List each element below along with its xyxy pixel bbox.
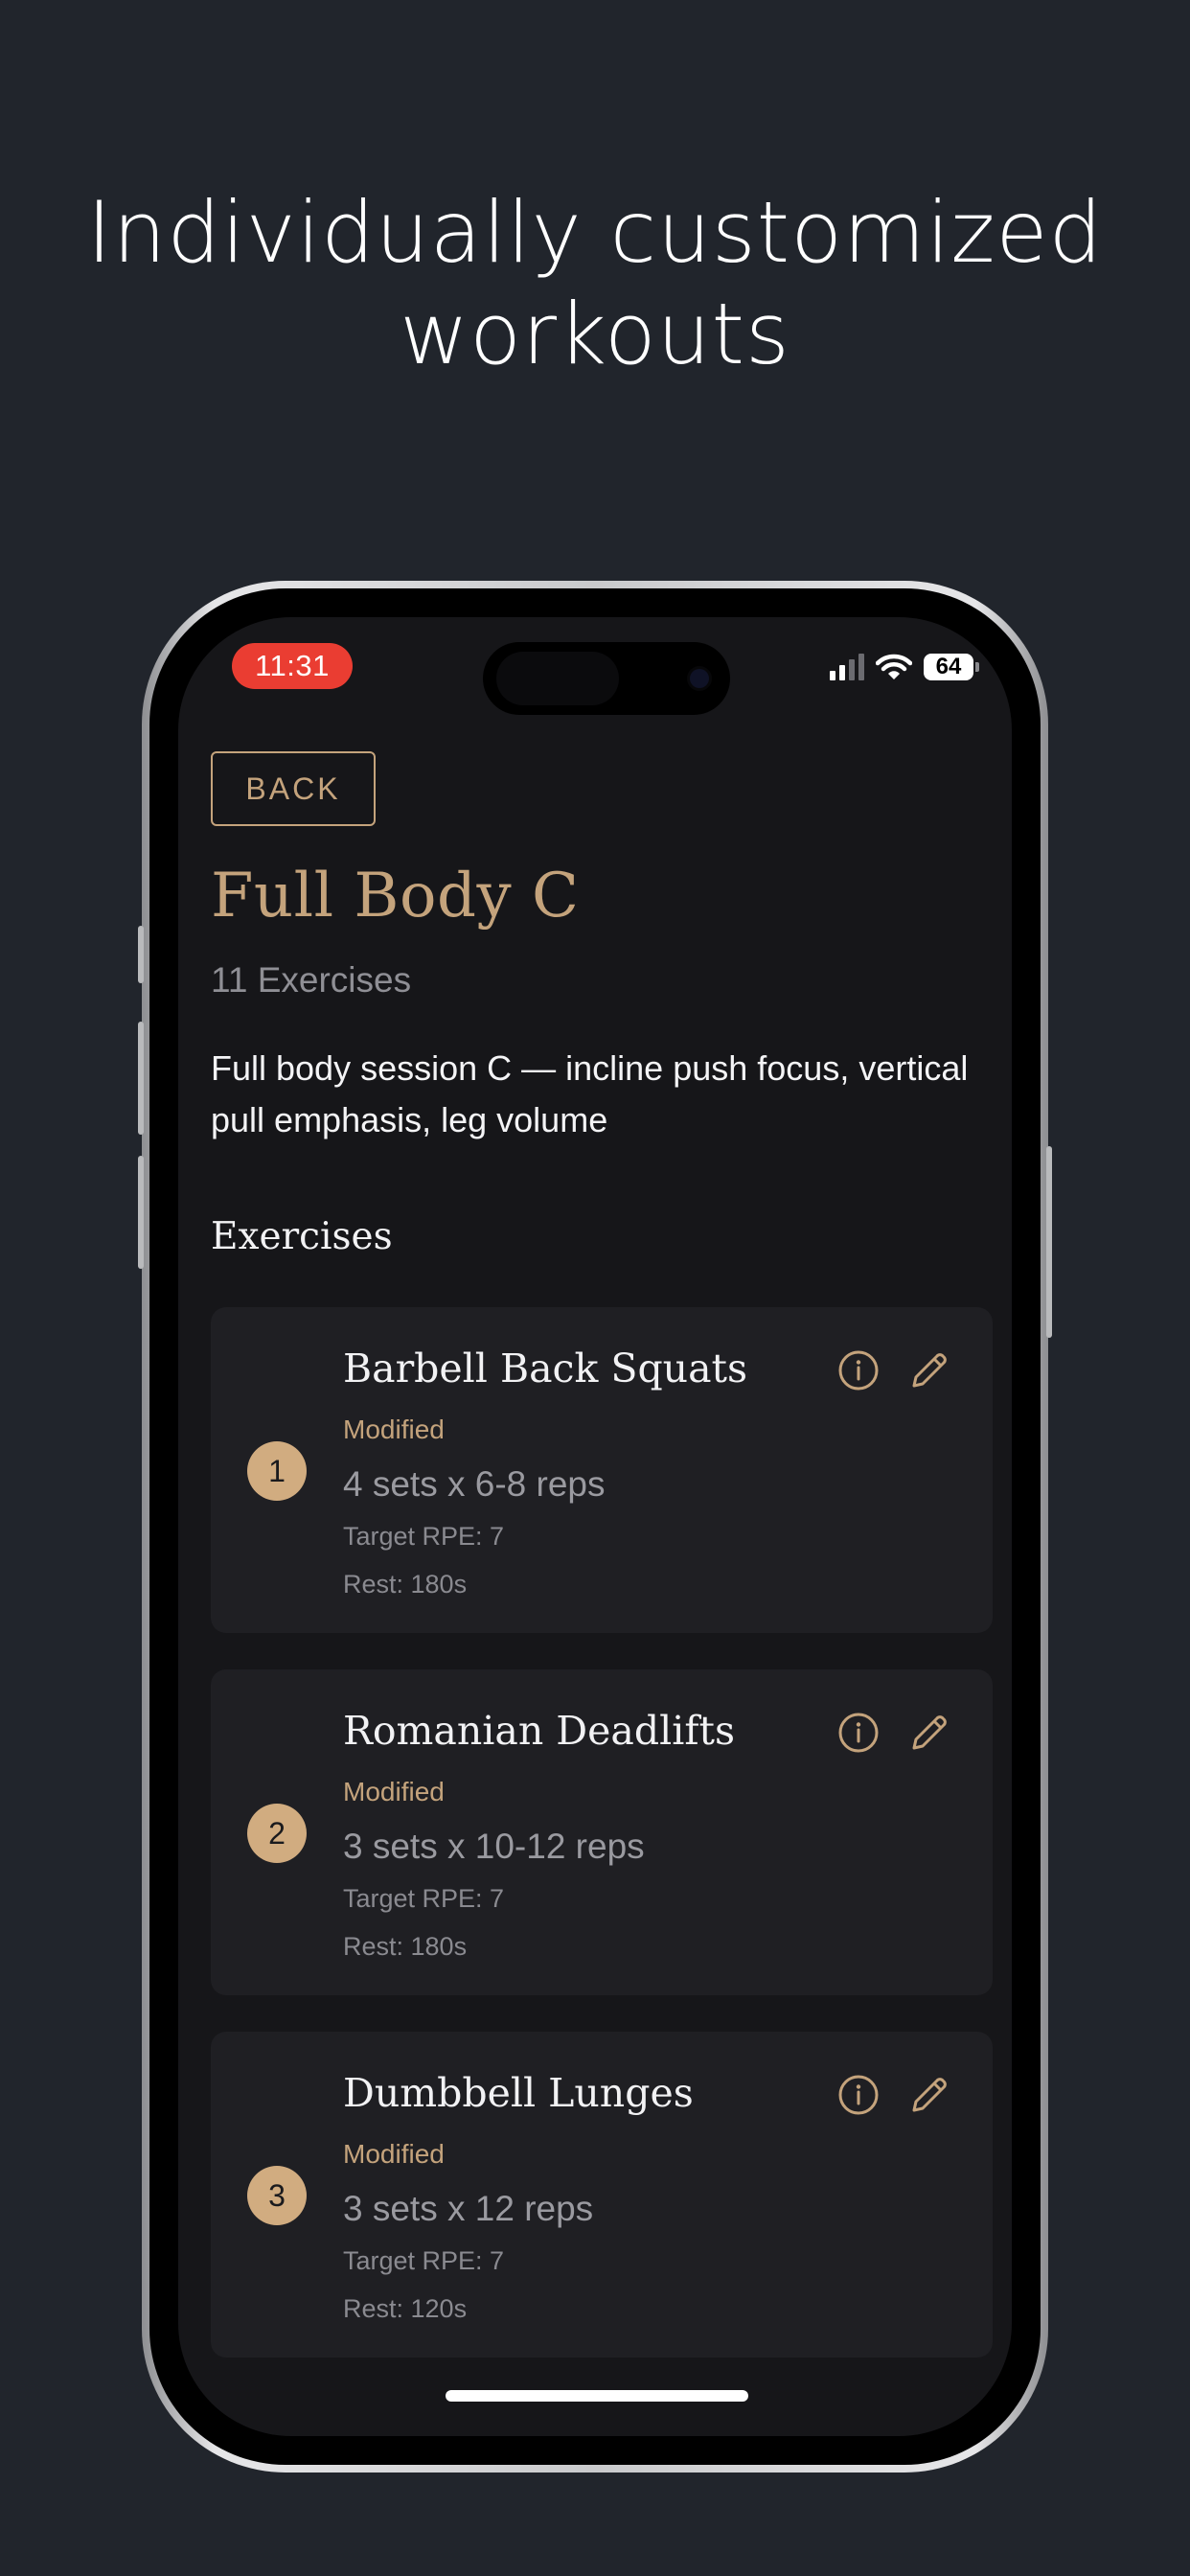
power-button	[1046, 1146, 1052, 1338]
exercise-number-badge: 1	[247, 1441, 307, 1501]
battery-icon: 64	[924, 654, 979, 680]
app-screen: 11:31 64 BACK Full Body C 11 Exercises F…	[178, 617, 1012, 2436]
exercise-status: Modified	[343, 1777, 445, 1806]
phone-frame: 11:31 64 BACK Full Body C 11 Exercises F…	[138, 581, 1052, 2472]
volume-up-button	[138, 1022, 144, 1135]
exercise-rest: Rest: 120s	[343, 2294, 468, 2323]
status-icons: 64	[830, 646, 979, 688]
pencil-icon[interactable]	[906, 1710, 952, 1756]
home-indicator[interactable]	[446, 2390, 748, 2402]
exercise-name: Romanian Deadlifts	[343, 1708, 736, 1754]
volume-down-button	[138, 1156, 144, 1269]
info-icon[interactable]	[835, 1347, 881, 1393]
exercise-rest: Rest: 180s	[343, 1570, 468, 1598]
exercise-sets: 3 sets x 12 reps	[343, 2189, 594, 2228]
wifi-icon	[876, 654, 912, 679]
exercise-name: Barbell Back Squats	[343, 1346, 748, 1392]
exercise-card[interactable]: 2 Romanian Deadlifts Modified 3 sets x 1…	[211, 1669, 993, 1995]
pencil-icon[interactable]	[906, 2072, 952, 2118]
exercise-sets: 4 sets x 6-8 reps	[343, 1464, 606, 1504]
info-icon[interactable]	[835, 1710, 881, 1756]
info-icon[interactable]	[835, 2072, 881, 2118]
status-time: 11:31	[232, 643, 353, 689]
exercise-card[interactable]: 1 Barbell Back Squats Modified 4 sets x …	[211, 1307, 993, 1633]
cellular-signal-icon	[830, 654, 864, 680]
camera-icon	[690, 669, 709, 688]
exercise-rpe: Target RPE: 7	[343, 1522, 505, 1551]
dynamic-island	[483, 642, 730, 715]
exercise-rpe: Target RPE: 7	[343, 2246, 505, 2275]
headline-line-1: Individually customized	[86, 183, 1104, 282]
exercise-status: Modified	[343, 2139, 445, 2169]
headline-line-2: workouts	[400, 285, 790, 383]
workout-title: Full Body C	[211, 861, 580, 932]
workout-description: Full body session C — incline push focus…	[211, 1048, 969, 1139]
silent-switch	[138, 926, 144, 983]
exercise-name: Dumbbell Lunges	[343, 2070, 694, 2116]
pencil-icon[interactable]	[906, 1347, 952, 1393]
exercise-sets: 3 sets x 10-12 reps	[343, 1827, 645, 1866]
section-title-exercises: Exercises	[211, 1215, 393, 1258]
exercise-card[interactable]: 3 Dumbbell Lunges Modified 3 sets x 12 r…	[211, 2032, 993, 2358]
exercise-rest: Rest: 180s	[343, 1932, 468, 1961]
exercise-rpe: Target RPE: 7	[343, 1884, 505, 1913]
exercise-number-badge: 2	[247, 1804, 307, 1863]
exercise-number-badge: 3	[247, 2166, 307, 2225]
back-button[interactable]: BACK	[211, 751, 376, 826]
marketing-headline: Individually customized workouts	[0, 182, 1190, 385]
exercise-count: 11 Exercises	[211, 960, 412, 1000]
exercise-status: Modified	[343, 1414, 445, 1444]
